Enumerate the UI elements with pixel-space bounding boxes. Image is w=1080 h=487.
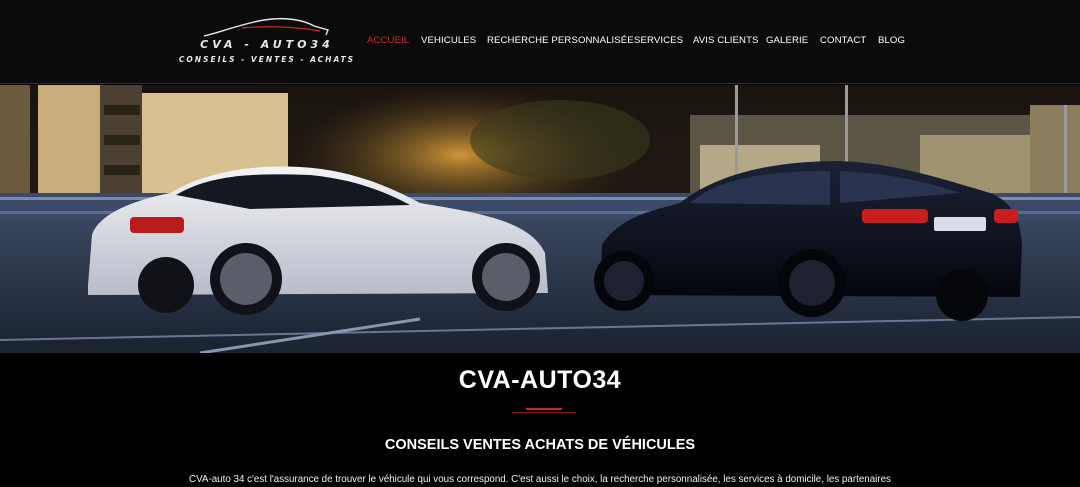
page-title: CVA-AUTO34 (458, 366, 622, 394)
nav-item-accueil[interactable]: ACCUEIL (367, 35, 421, 46)
title-divider (512, 408, 576, 414)
section-subtitle: CONSEILS VENTES ACHATS DE VÉHICULES (384, 437, 696, 453)
car-silhouette-icon (203, 17, 329, 37)
nav-item-blog[interactable]: BLOG (878, 35, 908, 46)
main-nav: ACCUEIL VEHICULES RECHERCHE PERSONNALISÉ… (367, 35, 908, 46)
nav-item-avis-clients[interactable]: AVIS CLIENTS (693, 35, 766, 46)
logo-wordmark: CVA - AUTO34 (200, 38, 334, 51)
intro-section: CVA-AUTO34 CONSEILS VENTES ACHATS DE VÉH… (0, 353, 1080, 487)
nav-item-vehicules[interactable]: VEHICULES (421, 35, 487, 46)
intro-text: CVA-auto 34 c'est l'assurance de trouver… (189, 474, 891, 485)
site-header: CVA - AUTO34 CONSEILS - VENTES - ACHATS … (0, 0, 1080, 84)
logo-tagline: CONSEILS - VENTES - ACHATS (178, 55, 356, 64)
hero-cars-photo (0, 85, 1080, 353)
nav-item-galerie[interactable]: GALERIE (766, 35, 820, 46)
nav-item-contact[interactable]: CONTACT (820, 35, 878, 46)
hero-image (0, 85, 1080, 353)
nav-item-recherche-personnalisee[interactable]: RECHERCHE PERSONNALISÉE (487, 35, 634, 46)
site-logo[interactable]: CVA - AUTO34 CONSEILS - VENTES - ACHATS (176, 14, 358, 68)
nav-item-services[interactable]: SERVICES (634, 35, 693, 46)
